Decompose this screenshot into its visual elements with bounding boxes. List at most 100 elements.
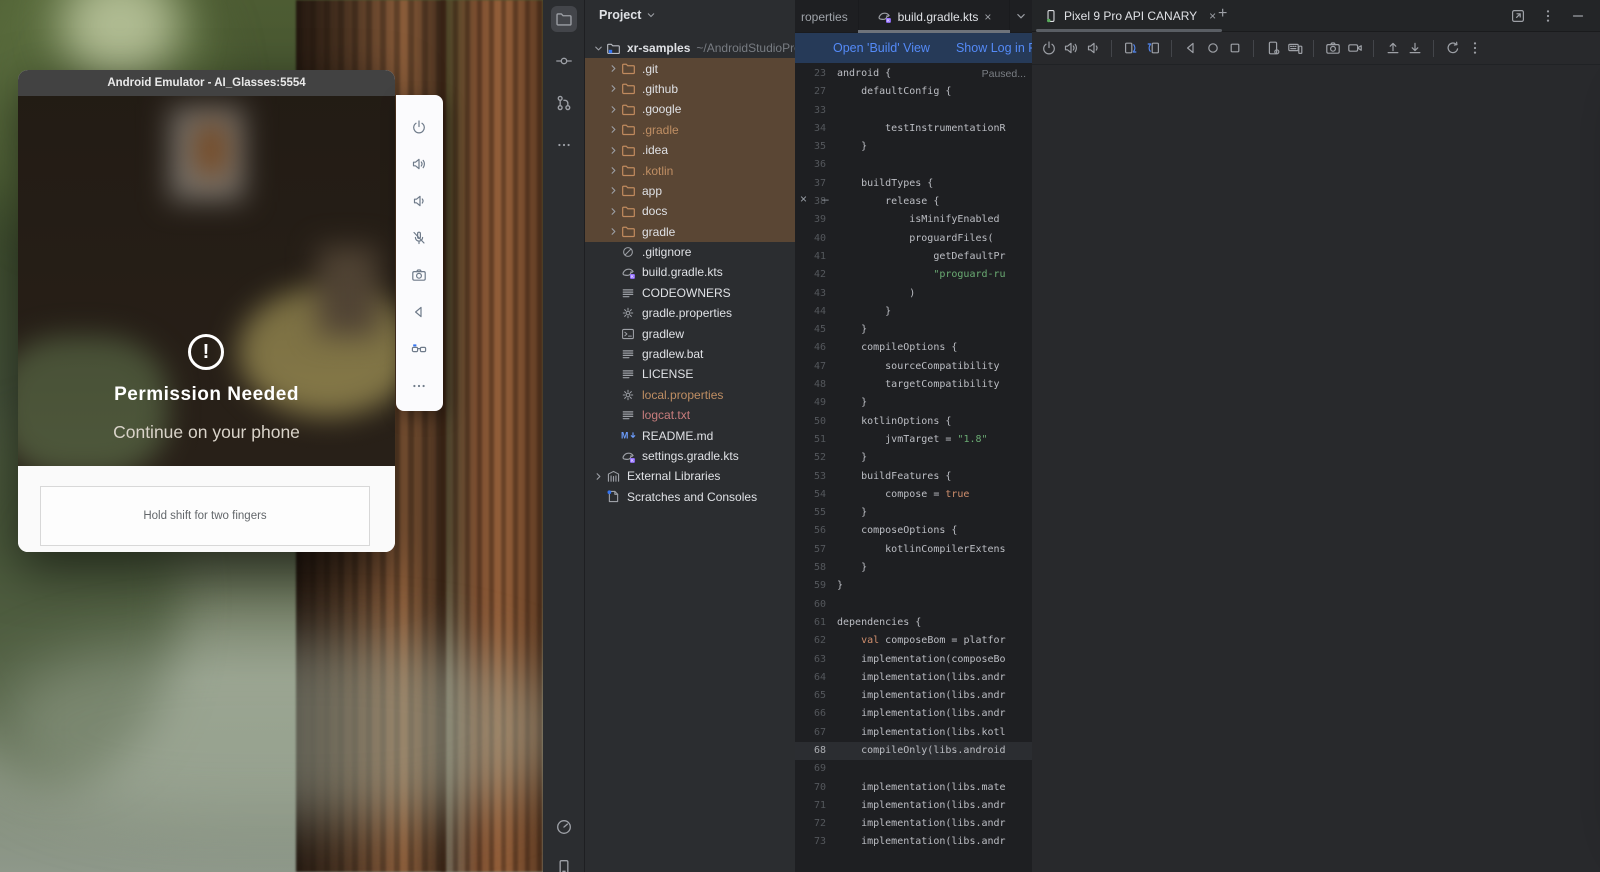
power-icon[interactable] [411, 119, 429, 137]
code-line-36[interactable]: 36 [795, 156, 1032, 174]
device-tab-pixel-9-pro[interactable]: Pixel 9 Pro API CANARY × [1044, 0, 1216, 31]
tree-item-gradle-properties[interactable]: gradle.properties [585, 303, 800, 323]
close-icon[interactable]: × [984, 10, 991, 24]
code-line-43[interactable]: 43 ) [795, 285, 1032, 303]
fold-open-icon[interactable] [1122, 40, 1139, 57]
chevron-right-icon[interactable] [606, 165, 621, 176]
tree-item-build-gradle-kts[interactable]: Kbuild.gradle.kts [585, 262, 800, 282]
code-line-56[interactable]: 56 composeOptions { [795, 522, 1032, 540]
tree-item-scratches-and-consoles[interactable]: Scratches and Consoles [585, 487, 800, 507]
tree-item-logcat-txt[interactable]: logcat.txt [585, 405, 800, 425]
code-line-37[interactable]: 37 buildTypes { [795, 175, 1032, 193]
tree-item--google[interactable]: .google [585, 99, 800, 119]
code-line-39[interactable]: 39 isMinifyEnabled [795, 211, 1032, 229]
code-line-38[interactable]: 38 release { [795, 193, 1032, 211]
chevron-right-icon[interactable] [606, 124, 621, 135]
tree-item-gradlew[interactable]: gradlew [585, 323, 800, 343]
code-line-63[interactable]: 63 implementation(composeBo [795, 651, 1032, 669]
tree-item-license[interactable]: LICENSE [585, 364, 800, 384]
tree-item--git[interactable]: .git [585, 58, 800, 78]
code-line-40[interactable]: 40 proguardFiles( [795, 230, 1032, 248]
code-line-54[interactable]: 54 compose = true [795, 486, 1032, 504]
more-v-icon[interactable] [1540, 8, 1556, 24]
emulator-title[interactable]: Android Emulator - AI_Glasses:5554 [18, 70, 395, 96]
close-icon[interactable]: × [1209, 9, 1216, 23]
device-settings-icon[interactable] [1264, 40, 1281, 57]
code-line-61[interactable]: 61dependencies { [795, 614, 1032, 632]
download-icon[interactable] [1406, 40, 1423, 57]
code-line-45[interactable]: 45 } [795, 321, 1032, 339]
tree-item--idea[interactable]: .idea [585, 140, 800, 160]
camera-icon[interactable] [1324, 40, 1341, 57]
reset-icon[interactable] [1444, 40, 1461, 57]
tool-strip-project-folder[interactable] [551, 6, 577, 32]
mic-off-icon[interactable] [411, 230, 429, 248]
code-line-49[interactable]: 49 } [795, 394, 1032, 412]
code-line-46[interactable]: 46 compileOptions { [795, 339, 1032, 357]
glasses-icon[interactable] [411, 341, 429, 359]
open-build-view-link[interactable]: Open 'Build' View [833, 41, 930, 55]
back-icon[interactable] [411, 304, 429, 322]
chevron-right-icon[interactable] [591, 471, 606, 482]
more-h-icon[interactable] [411, 378, 429, 396]
tab-scroll-indicator[interactable] [1036, 29, 1222, 32]
code-line-60[interactable]: 60 [795, 596, 1032, 614]
add-device-tab-button[interactable]: + [1218, 5, 1227, 23]
tree-item-codeowners[interactable]: CODEOWNERS [585, 283, 800, 303]
code-line-44[interactable]: 44 } [795, 303, 1032, 321]
tree-item--github[interactable]: .github [585, 79, 800, 99]
tool-strip-commit[interactable] [551, 48, 577, 74]
show-log-in-finder-link[interactable]: Show Log in Finder [956, 41, 1032, 55]
code-line-68[interactable]: 68 compileOnly(libs.android [795, 742, 1032, 760]
code-line-73[interactable]: 73 implementation(libs.andr [795, 833, 1032, 851]
screen-record-icon[interactable] [1346, 40, 1363, 57]
code-line-53[interactable]: 53 buildFeatures { [795, 468, 1032, 486]
code-line-69[interactable]: 69 [795, 760, 1032, 778]
code-line-66[interactable]: 66 implementation(libs.andr [795, 705, 1032, 723]
code-line-67[interactable]: 67 implementation(libs.kotl [795, 724, 1032, 742]
code-line-71[interactable]: 71 implementation(libs.andr [795, 797, 1032, 815]
chevron-right-icon[interactable] [606, 226, 621, 237]
code-line-51[interactable]: 51 jvmTarget = "1.8" [795, 431, 1032, 449]
tree-item-settings-gradle-kts[interactable]: Ksettings.gradle.kts [585, 446, 800, 466]
tab-build-gradle-kts[interactable]: K build.gradle.kts × [858, 0, 1010, 33]
chevron-right-icon[interactable] [606, 83, 621, 94]
code-line-33[interactable]: 33 [795, 102, 1032, 120]
chevron-right-icon[interactable] [606, 145, 621, 156]
tool-strip-device-manager[interactable] [551, 854, 577, 872]
tree-item-external-libraries[interactable]: External Libraries [585, 466, 800, 486]
code-line-64[interactable]: 64 implementation(libs.andr [795, 669, 1032, 687]
more-v-icon[interactable] [1466, 40, 1483, 57]
code-line-41[interactable]: 41 getDefaultPr [795, 248, 1032, 266]
code-editor[interactable]: 23android {Paused...27 defaultConfig {33… [795, 65, 1032, 852]
tree-item-docs[interactable]: docs [585, 201, 800, 221]
chevron-right-icon[interactable] [606, 206, 621, 217]
project-panel-header[interactable]: Project [599, 8, 657, 22]
code-line-34[interactable]: 34 testInstrumentationR [795, 120, 1032, 138]
volume-down-icon[interactable] [1084, 40, 1101, 57]
tree-item-local-properties[interactable]: local.properties [585, 385, 800, 405]
chevron-right-icon[interactable] [606, 185, 621, 196]
upload-icon[interactable] [1384, 40, 1401, 57]
hardware-input-icon[interactable] [1286, 40, 1303, 57]
code-line-27[interactable]: 27 defaultConfig { [795, 83, 1032, 101]
power-icon[interactable] [1040, 40, 1057, 57]
minimize-icon[interactable] [1570, 8, 1586, 24]
volume-up-icon[interactable] [411, 156, 429, 174]
code-line-62[interactable]: 62 val composeBom = platfor [795, 632, 1032, 650]
code-line-23[interactable]: 23android {Paused... [795, 65, 1032, 83]
code-line-35[interactable]: 35 } [795, 138, 1032, 156]
close-icon[interactable]: × [800, 192, 807, 206]
code-line-72[interactable]: 72 implementation(libs.andr [795, 815, 1032, 833]
tool-strip-more-h[interactable] [551, 132, 577, 158]
fold-close-icon[interactable] [1144, 40, 1161, 57]
code-line-59[interactable]: 59} [795, 577, 1032, 595]
tab-gradle-properties[interactable]: roperties [801, 0, 848, 33]
code-line-50[interactable]: 50 kotlinOptions { [795, 413, 1032, 431]
code-line-42[interactable]: 42 "proguard-ru [795, 266, 1032, 284]
chevron-down-icon[interactable] [591, 43, 606, 54]
home-icon[interactable] [1204, 40, 1221, 57]
code-line-48[interactable]: 48 targetCompatibility [795, 376, 1032, 394]
chevron-down-icon[interactable] [1014, 9, 1028, 23]
code-line-70[interactable]: 70 implementation(libs.mate [795, 779, 1032, 797]
